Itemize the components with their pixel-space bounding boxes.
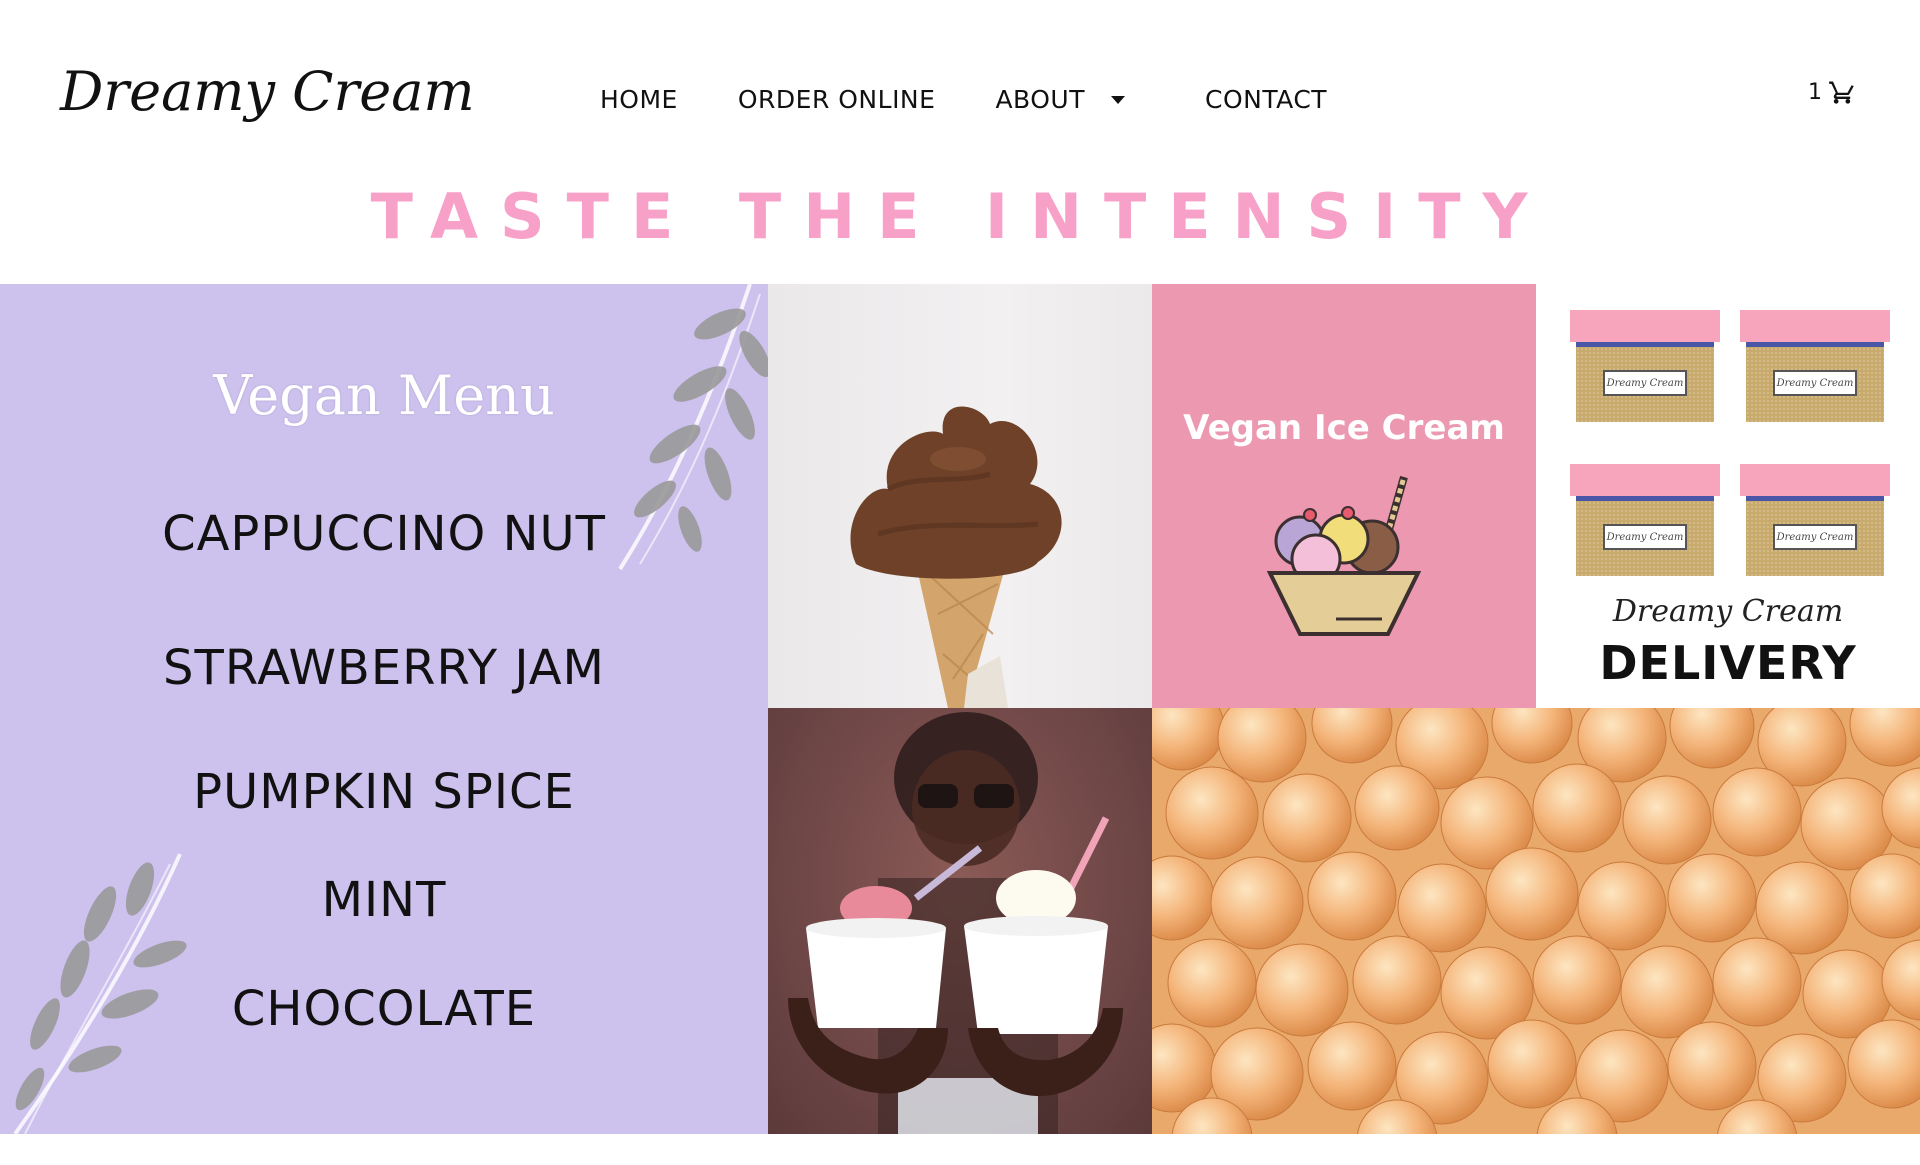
nav-home[interactable]: HOME bbox=[600, 85, 678, 114]
menu-item-mint: MINT bbox=[321, 872, 447, 928]
logo[interactable]: Dreamy Cream bbox=[59, 40, 475, 150]
nav-order-online-label: ORDER ONLINE bbox=[737, 85, 936, 114]
menu-item-cappuccino-nut: CAPPUCCINO NUT bbox=[162, 506, 606, 562]
nav-contact[interactable]: CONTACT bbox=[1205, 85, 1327, 114]
box-label: Dreamy Cream bbox=[1773, 370, 1857, 396]
delivery-heading: DELIVERY bbox=[1599, 636, 1857, 690]
tagline: TASTE THE INTENSITY bbox=[370, 180, 1550, 253]
vegan-ice-cream-tile[interactable]: Vegan Ice Cream bbox=[1152, 284, 1536, 708]
apricots-image bbox=[1152, 708, 1920, 1134]
ice-cream-cone-image bbox=[850, 406, 1062, 708]
vegan-menu-title: Vegan Menu bbox=[213, 364, 555, 427]
nav-home-label: HOME bbox=[600, 85, 678, 114]
box-label: Dreamy Cream bbox=[1603, 524, 1687, 550]
vegan-menu-tile[interactable]: Vegan Menu CAPPUCCINO NUT STRAWBERRY JAM… bbox=[0, 284, 768, 1134]
woman-holding-cups-photo[interactable] bbox=[768, 708, 1152, 1134]
main-nav: HOME ORDER ONLINE ABOUT CONTACT bbox=[600, 85, 1387, 114]
delivery-box: Dreamy Cream bbox=[1570, 464, 1720, 576]
delivery-box: Dreamy Cream bbox=[1740, 310, 1890, 422]
nav-contact-label: CONTACT bbox=[1205, 85, 1328, 114]
nav-order-online[interactable]: ORDER ONLINE bbox=[738, 85, 936, 114]
box-label: Dreamy Cream bbox=[1773, 524, 1857, 550]
menu-item-strawberry-jam: STRAWBERRY JAM bbox=[163, 640, 605, 696]
delivery-box: Dreamy Cream bbox=[1740, 464, 1890, 576]
apricots-photo[interactable] bbox=[1152, 708, 1920, 1134]
woman-with-ice-cream-image bbox=[788, 712, 1123, 1134]
delivery-tile[interactable]: Dreamy Cream Dreamy Cream Dreamy Cream D… bbox=[1536, 284, 1920, 708]
delivery-brand: Dreamy Cream bbox=[1612, 594, 1844, 629]
box-label: Dreamy Cream bbox=[1603, 370, 1687, 396]
ice-cream-bowl-icon bbox=[1266, 475, 1422, 636]
nav-about-label: ABOUT bbox=[995, 85, 1085, 114]
cart-count: 1 bbox=[1808, 79, 1822, 105]
cart-button[interactable]: 1 bbox=[1808, 78, 1856, 106]
cart-icon[interactable] bbox=[1828, 78, 1856, 106]
hero-grid: Vegan Menu CAPPUCCINO NUT STRAWBERRY JAM… bbox=[0, 284, 1920, 1134]
chevron-down-icon[interactable] bbox=[1111, 95, 1125, 104]
vegan-ice-cream-title: Vegan Ice Cream bbox=[1183, 408, 1505, 448]
logo-text: Dreamy Cream bbox=[59, 60, 475, 123]
menu-item-pumpkin-spice: PUMPKIN SPICE bbox=[193, 764, 575, 820]
delivery-box: Dreamy Cream bbox=[1570, 310, 1720, 422]
nav-about[interactable]: ABOUT bbox=[995, 85, 1125, 114]
site-header: Dreamy Cream HOME ORDER ONLINE ABOUT CON… bbox=[0, 0, 1920, 253]
chocolate-cone-photo[interactable] bbox=[768, 284, 1152, 708]
menu-item-chocolate: CHOCOLATE bbox=[231, 981, 537, 1037]
